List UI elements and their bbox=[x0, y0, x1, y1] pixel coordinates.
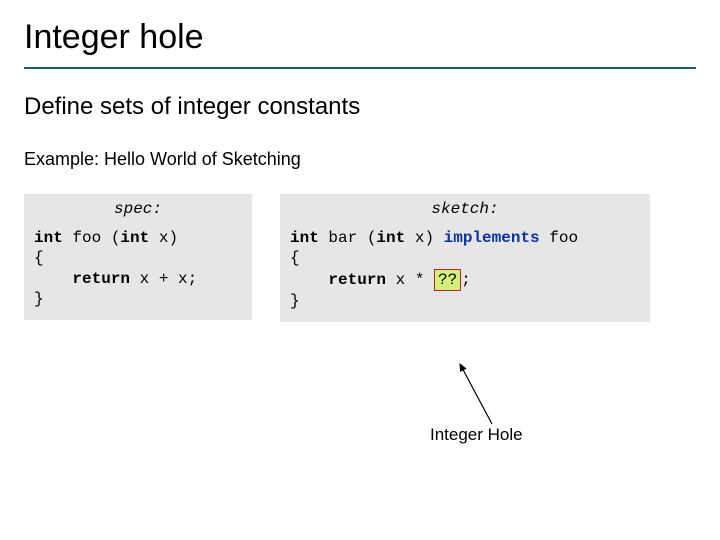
spec-label: spec: bbox=[34, 200, 242, 218]
slide: Integer hole Define sets of integer cons… bbox=[0, 0, 720, 322]
sketch-line-4: } bbox=[290, 291, 640, 311]
arrow-icon bbox=[452, 358, 512, 430]
slide-subtitle: Define sets of integer constants bbox=[24, 93, 696, 121]
spec-panel: spec: int foo (int x) { return x + x; } bbox=[24, 194, 252, 320]
slide-title: Integer hole bbox=[24, 18, 696, 65]
spec-line-1: int foo (int x) bbox=[34, 228, 242, 248]
integer-hole-token: ?? bbox=[434, 269, 461, 291]
code-panels: spec: int foo (int x) { return x + x; } … bbox=[24, 194, 696, 322]
spec-line-4: } bbox=[34, 289, 242, 309]
sketch-line-2: { bbox=[290, 248, 640, 268]
example-label: Example: Hello World of Sketching bbox=[24, 149, 696, 170]
spec-line-2: { bbox=[34, 248, 242, 268]
title-rule bbox=[24, 67, 696, 69]
sketch-line-3: return x * ??; bbox=[290, 269, 640, 291]
sketch-label: sketch: bbox=[290, 200, 640, 218]
sketch-panel: sketch: int bar (int x) implements foo {… bbox=[280, 194, 650, 322]
spec-line-3: return x + x; bbox=[34, 269, 242, 289]
sketch-line-1: int bar (int x) implements foo bbox=[290, 228, 640, 248]
annotation-label: Integer Hole bbox=[430, 425, 523, 445]
